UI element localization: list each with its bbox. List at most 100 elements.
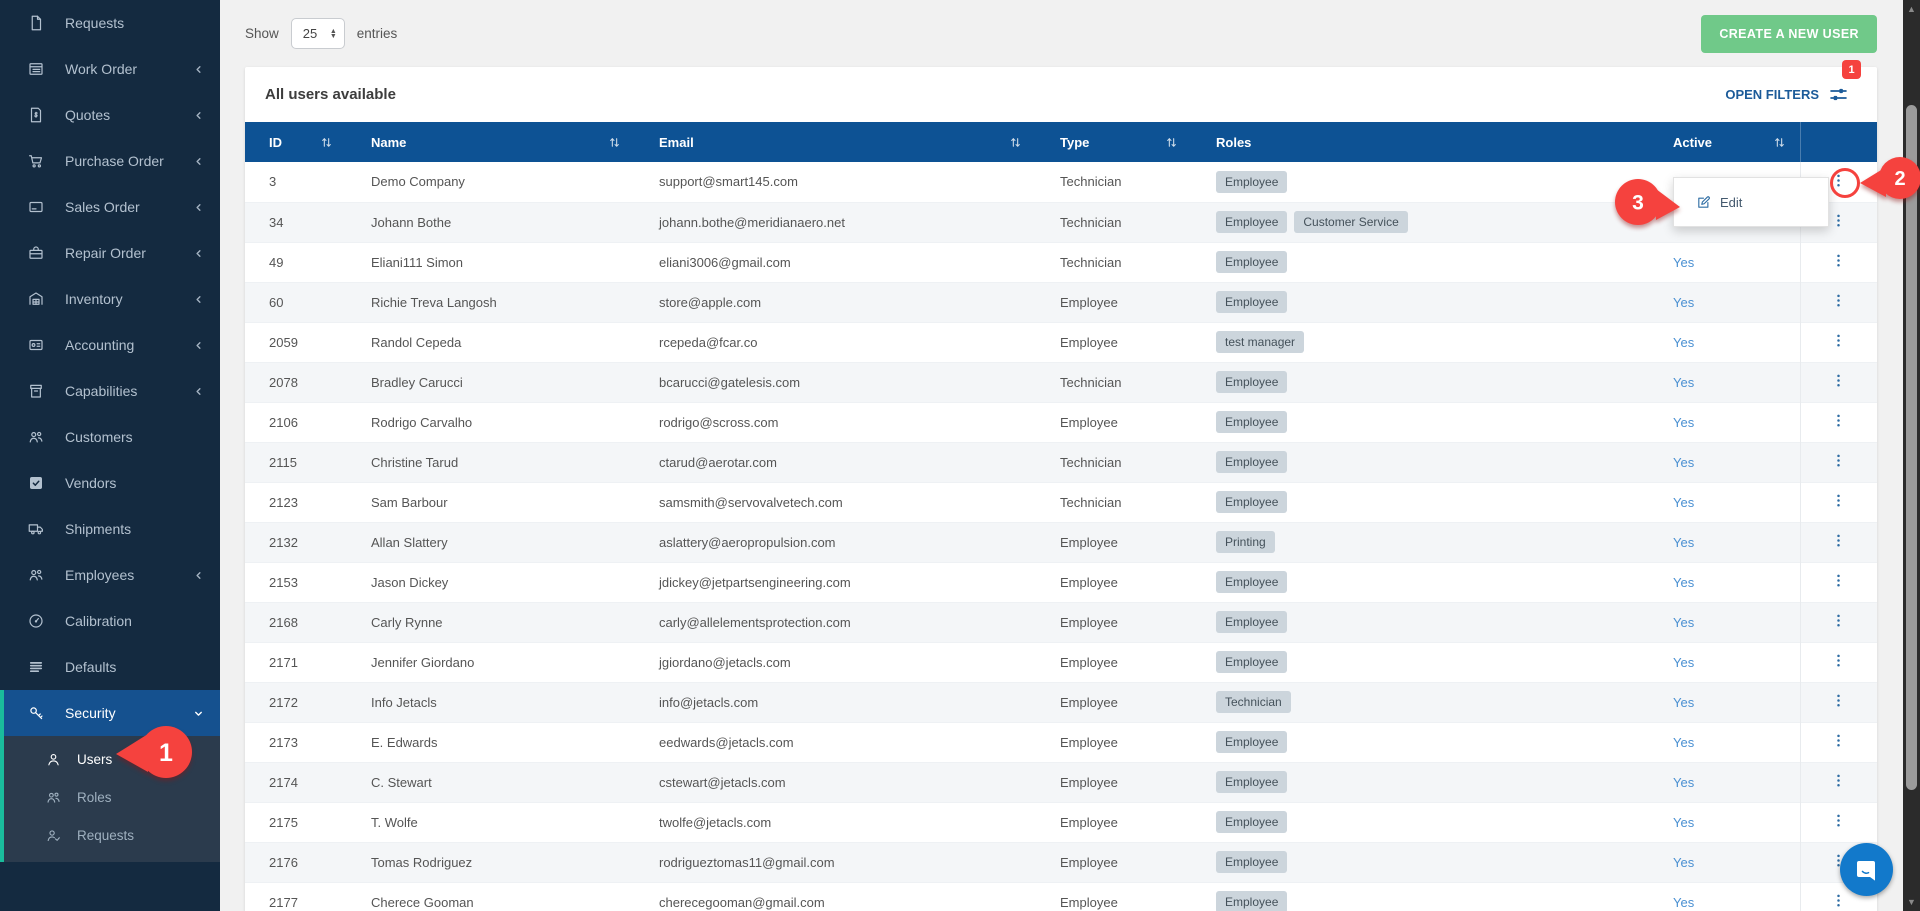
cell-name: Richie Treva Langosh (347, 281, 635, 322)
cell-name: T. Wolfe (347, 801, 635, 842)
row-menu-button[interactable] (1824, 647, 1854, 677)
active-link[interactable]: Yes (1673, 535, 1694, 550)
active-link[interactable]: Yes (1673, 575, 1694, 590)
column-header-name[interactable]: Name (347, 122, 635, 162)
row-menu-button[interactable] (1824, 447, 1854, 477)
table-row: 2106 Rodrigo Carvalho rodrigo@scross.com… (245, 401, 1877, 442)
cell-type: Technician (1036, 361, 1192, 402)
table-row: 2115 Christine Tarud ctarud@aerotar.com … (245, 441, 1877, 482)
row-menu-button[interactable] (1824, 887, 1854, 911)
sidebar-item-quotes[interactable]: Quotes (0, 92, 220, 138)
row-menu-button[interactable] (1824, 767, 1854, 797)
menu-item-edit[interactable]: Edit (1674, 178, 1828, 226)
row-menu-button[interactable] (1824, 607, 1854, 637)
scroll-down-icon[interactable]: ▼ (1903, 895, 1920, 909)
sidebar-item-capabilities[interactable]: Capabilities (0, 368, 220, 414)
sidebar-item-sales-order[interactable]: Sales Order (0, 184, 220, 230)
active-link[interactable]: Yes (1673, 735, 1694, 750)
chat-launcher-button[interactable] (1840, 843, 1893, 896)
cell-type: Employee (1036, 681, 1192, 722)
page-size-select[interactable]: 25 ▲ ▼ (290, 18, 345, 49)
open-filters-button[interactable]: OPEN FILTERS 1 (1725, 60, 1861, 105)
row-menu-button[interactable] (1824, 727, 1854, 757)
sidebar-item-purchase-order[interactable]: Purchase Order (0, 138, 220, 184)
cell-id: 60 (245, 281, 347, 322)
row-menu-button[interactable] (1824, 247, 1854, 277)
cell-id: 3 (269, 174, 277, 190)
column-header-id[interactable]: ID (245, 122, 347, 162)
sidebar-item-vendors[interactable]: Vendors (0, 460, 220, 506)
cell-actions (1799, 641, 1877, 682)
cell-email: jdickey@jetpartsengineering.com (635, 561, 1036, 602)
work-order-icon (27, 60, 45, 78)
active-link[interactable]: Yes (1673, 335, 1694, 350)
sidebar-item-shipments[interactable]: Shipments (0, 506, 220, 552)
sidebar-item-accounting[interactable]: Accounting (0, 322, 220, 368)
cell-name: Jason Dickey (347, 561, 635, 602)
sidebar-item-defaults[interactable]: Defaults (0, 644, 220, 690)
sidebar-item-customers[interactable]: Customers (0, 414, 220, 460)
scroll-up-icon[interactable]: ▲ (1903, 2, 1920, 16)
page-scrollbar[interactable]: ▲ ▼ (1903, 0, 1920, 911)
column-header-email[interactable]: Email (635, 122, 1036, 162)
row-menu-button[interactable] (1824, 487, 1854, 517)
chevron-left-icon (193, 202, 204, 213)
create-new-user-button[interactable]: CREATE A NEW USER (1701, 14, 1877, 53)
cell-email: jgiordano@jetacls.com (635, 641, 1036, 682)
people-icon (27, 566, 45, 584)
column-header-type[interactable]: Type (1036, 122, 1192, 162)
row-menu-button[interactable] (1824, 407, 1854, 437)
row-menu-button[interactable] (1824, 287, 1854, 317)
active-link[interactable]: Yes (1673, 855, 1694, 870)
active-link[interactable]: Yes (1673, 455, 1694, 470)
column-header-roles[interactable]: Roles (1192, 122, 1649, 162)
kebab-icon (1831, 773, 1846, 788)
kebab-icon (1831, 493, 1846, 508)
active-link[interactable]: Yes (1673, 615, 1694, 630)
cell-roles: Employee (1192, 241, 1649, 282)
cell-id: 2168 (245, 601, 347, 642)
active-link[interactable]: Yes (1673, 255, 1694, 270)
annotation-step-1: 1 (116, 726, 192, 778)
row-menu-button[interactable] (1824, 327, 1854, 357)
kebab-icon (1831, 893, 1846, 908)
active-link[interactable]: Yes (1673, 895, 1694, 910)
sliders-icon (1828, 84, 1849, 105)
cell-active: Yes (1649, 841, 1800, 882)
active-link[interactable]: Yes (1673, 495, 1694, 510)
active-link[interactable]: Yes (1673, 815, 1694, 830)
active-link[interactable]: Yes (1673, 375, 1694, 390)
chevron-left-icon (193, 570, 204, 581)
cell-actions (1799, 321, 1877, 362)
sidebar-item-requests[interactable]: Requests (0, 0, 220, 46)
kebab-icon (1831, 653, 1846, 668)
column-header-active[interactable]: Active (1649, 122, 1800, 162)
active-link[interactable]: Yes (1673, 695, 1694, 710)
row-menu-button[interactable] (1824, 687, 1854, 717)
cell-active: Yes (1649, 521, 1800, 562)
active-link[interactable]: Yes (1673, 295, 1694, 310)
sidebar-item-employees[interactable]: Employees (0, 552, 220, 598)
sidebar-item-repair-order[interactable]: Repair Order (0, 230, 220, 276)
row-menu-button[interactable] (1824, 807, 1854, 837)
table-row: 2123 Sam Barbour samsmith@servovalvetech… (245, 481, 1877, 522)
cell-id: 2132 (245, 521, 347, 562)
active-link[interactable]: Yes (1673, 655, 1694, 670)
sidebar-item-label: Quotes (65, 107, 111, 123)
cell-id: 2123 (245, 481, 347, 522)
active-link[interactable]: Yes (1673, 775, 1694, 790)
table-row: 2059 Randol Cepeda rcepeda@fcar.co Emplo… (245, 321, 1877, 362)
scrollbar-thumb[interactable] (1906, 105, 1917, 790)
annotation-step-2: 2 (1860, 157, 1920, 199)
row-menu-button[interactable] (1824, 567, 1854, 597)
cell-roles: Employee (1192, 721, 1649, 762)
sidebar-subitem-requests[interactable]: Requests (4, 816, 220, 854)
sidebar-item-calibration[interactable]: Calibration (0, 598, 220, 644)
cell-name: Allan Slattery (347, 521, 635, 562)
row-menu-button[interactable] (1824, 527, 1854, 557)
sidebar-item-inventory[interactable]: Inventory (0, 276, 220, 322)
row-menu-button[interactable] (1824, 367, 1854, 397)
sidebar-item-label: Employees (65, 567, 135, 583)
sidebar-item-work-order[interactable]: Work Order (0, 46, 220, 92)
active-link[interactable]: Yes (1673, 415, 1694, 430)
